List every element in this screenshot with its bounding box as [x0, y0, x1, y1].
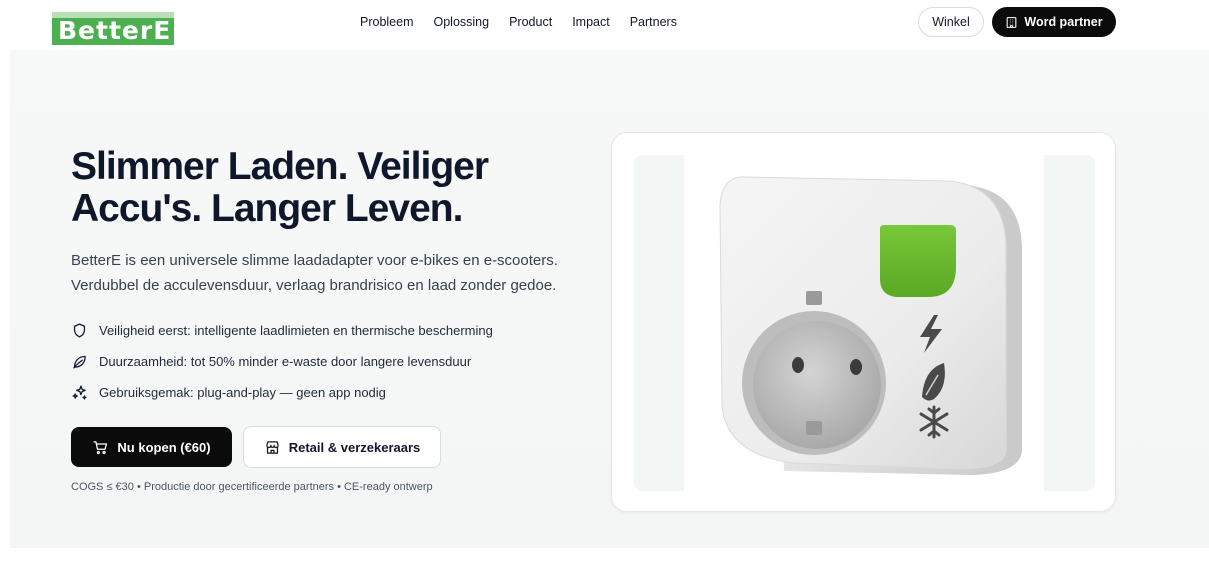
building-icon [1005, 16, 1018, 29]
feature-list: Veiligheid eerst: intelligente laadlimie… [71, 315, 591, 408]
feature-item-safety: Veiligheid eerst: intelligente laadlimie… [71, 315, 591, 346]
retail-insurers-label: Retail & verzekeraars [288, 439, 421, 455]
hero-intro-line-1: BetterE is een universele slimme laadada… [71, 252, 558, 269]
nav-link-partners[interactable]: Partners [630, 14, 677, 30]
nav-link-probleem[interactable]: Probleem [360, 14, 414, 30]
nav-link-product[interactable]: Product [509, 14, 552, 30]
hero-intro: BetterE is een universele slimme laadada… [71, 248, 591, 298]
cart-icon [92, 439, 109, 456]
become-partner-button[interactable]: Word partner [992, 7, 1116, 37]
smart-charging-adapter-image [719, 176, 1022, 475]
hero-footnote: COGS ≤ €30 • Productie door gecertificee… [71, 481, 433, 493]
product-image-frame [634, 155, 1095, 491]
product-image-card [611, 132, 1116, 512]
nav-link-impact[interactable]: Impact [572, 14, 610, 30]
feature-text: Gebruiksgemak: plug-and-play — geen app … [99, 385, 386, 400]
leaf-icon [71, 353, 89, 371]
feature-text: Veiligheid eerst: intelligente laadlimie… [99, 323, 493, 338]
retail-insurers-button[interactable]: Retail & verzekeraars [243, 426, 441, 468]
brand-logo[interactable]: BetterE [52, 12, 174, 45]
hero-headline-line-2: Accu's. Langer Leven. [71, 187, 463, 230]
feature-item-sustainability: Duurzaamheid: tot 50% minder e-waste doo… [71, 346, 591, 377]
shop-button[interactable]: Winkel [918, 7, 984, 37]
become-partner-label: Word partner [1024, 15, 1103, 29]
logo-text: BetterE [58, 16, 172, 45]
main-nav: Probleem Oplossing Product Impact Partne… [360, 14, 677, 30]
shop-button-label: Winkel [932, 15, 970, 29]
hero-headline: Slimmer Laden. Veiliger Accu's. Langer L… [71, 146, 551, 230]
hero-intro-line-2: Verdubbel de acculevensduur, verlaag bra… [71, 277, 557, 294]
buy-now-label: Nu kopen (€60) [117, 439, 211, 455]
feature-item-ease-of-use: Gebruiksgemak: plug-and-play — geen app … [71, 377, 591, 408]
store-icon [264, 439, 281, 456]
site-header: BetterE Probleem Oplossing Product Impac… [0, 0, 1209, 45]
feature-text: Duurzaamheid: tot 50% minder e-waste doo… [99, 354, 472, 369]
nav-link-oplossing[interactable]: Oplossing [434, 14, 490, 30]
hero-headline-line-1: Slimmer Laden. Veiliger [71, 145, 489, 188]
buy-now-button[interactable]: Nu kopen (€60) [71, 427, 232, 467]
sparkles-icon [71, 384, 89, 402]
shield-icon [71, 322, 89, 340]
